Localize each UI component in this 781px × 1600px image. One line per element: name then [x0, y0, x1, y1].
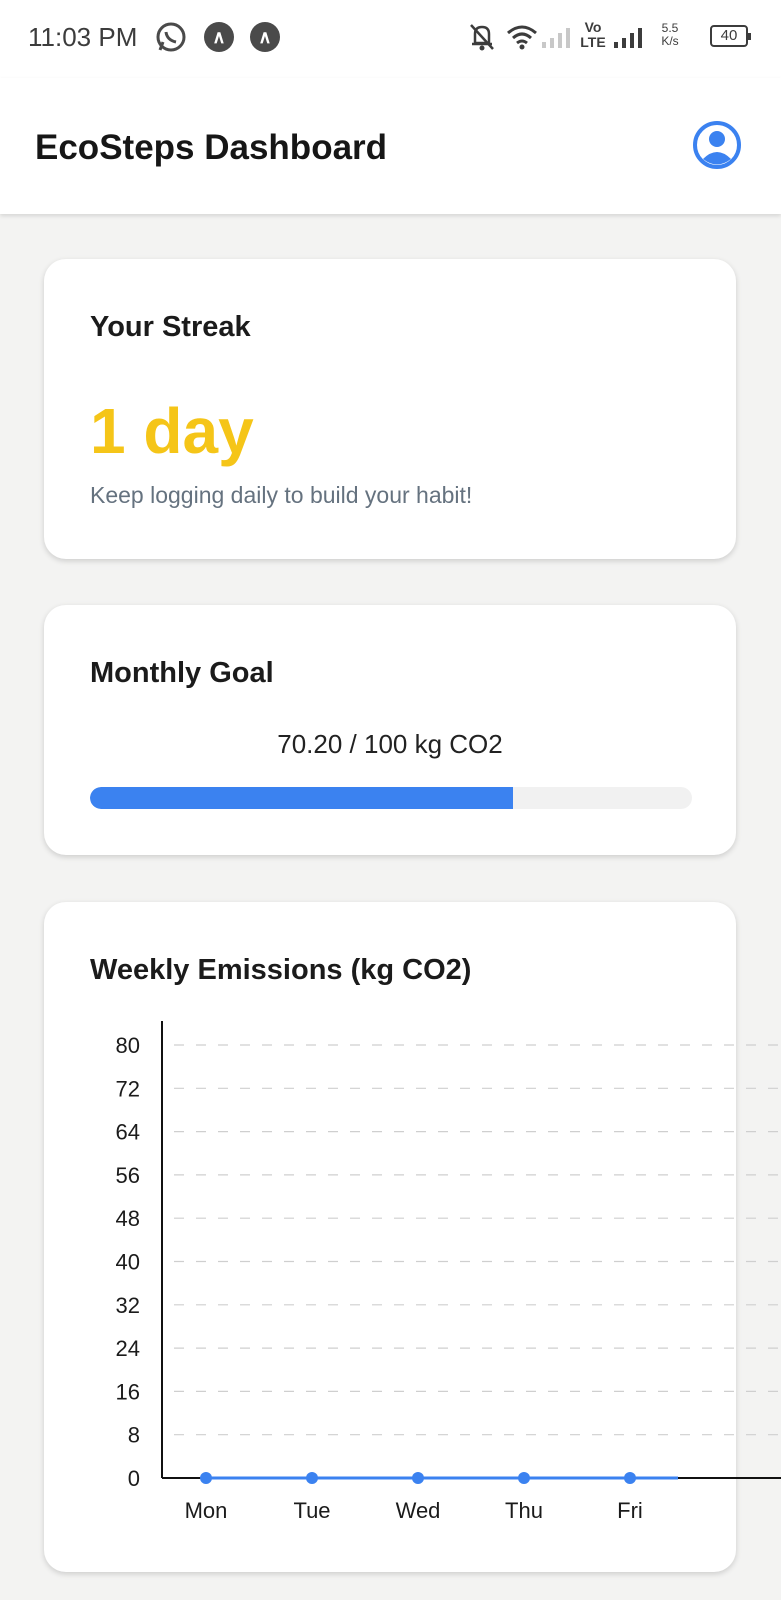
data-point [624, 1472, 636, 1484]
user-circle-icon[interactable] [692, 120, 742, 170]
y-tick-label: 48 [116, 1206, 140, 1231]
network-type-label: Vo LTE [580, 19, 606, 50]
app-header: EcoSteps Dashboard [0, 78, 781, 214]
signal-icon [612, 26, 646, 53]
x-tick-label: Thu [505, 1498, 543, 1523]
weekly-emissions-chart: 0 8 16 24 32 40 48 56 64 72 80 Mon Tue Wed Thu Fri [116, 1021, 781, 1523]
app-notification-icon: ∧ [204, 22, 234, 52]
app-notification-icon: ∧ [250, 22, 280, 52]
y-tick-label: 72 [116, 1076, 140, 1101]
y-tick-label: 32 [116, 1293, 140, 1318]
goal-progress-text: 70.20 / 100 kg CO2 [277, 729, 503, 759]
goal-title: Monthly Goal [90, 657, 274, 689]
y-tick-label: 80 [116, 1033, 140, 1058]
battery-icon: 40 [710, 25, 751, 47]
whatsapp-icon [154, 20, 188, 59]
streak-card: Your Streak 1 day Keep logging daily to … [44, 259, 736, 559]
streak-message: Keep logging daily to build your habit! [90, 482, 473, 508]
weekly-emissions-card: Weekly Emissions (kg CO2) 0 8 16 24 32 40 48 56… [44, 902, 781, 1572]
y-tick-label: 40 [116, 1250, 140, 1275]
y-tick-label: 16 [116, 1379, 140, 1404]
y-tick-label: 24 [116, 1336, 140, 1361]
monthly-goal-card: Monthly Goal 70.20 / 100 kg CO2 [44, 605, 736, 855]
signal-icon [540, 26, 574, 53]
network-speed-value: 5.5 [661, 21, 679, 35]
network-speed-unit: K/s [661, 34, 679, 48]
x-tick-label: Tue [293, 1498, 330, 1523]
x-tick-label: Wed [396, 1498, 441, 1523]
goal-progress-bar [90, 787, 692, 809]
y-tick-label: 64 [116, 1120, 140, 1145]
y-tick-label: 56 [116, 1163, 140, 1188]
page-title: EcoSteps Dashboard [35, 128, 388, 167]
y-tick-label: 8 [128, 1423, 140, 1448]
wifi-icon [506, 24, 538, 55]
network-speed: 5.5 K/s [656, 22, 684, 48]
y-tick-label: 0 [128, 1466, 140, 1491]
x-tick-label: Fri [617, 1498, 643, 1523]
bell-off-icon [468, 22, 496, 57]
data-point [412, 1472, 424, 1484]
status-time: 11:03 PM [28, 22, 138, 52]
status-bar: 11:03 PM ∧ ∧ Vo LTE 5.5 K/s 40 [0, 0, 781, 78]
x-tick-label: Mon [185, 1498, 228, 1523]
streak-value: 1 day [90, 395, 254, 467]
streak-title: Your Streak [90, 311, 251, 343]
data-point [200, 1472, 212, 1484]
data-point [518, 1472, 530, 1484]
data-point [306, 1472, 318, 1484]
goal-progress-fill [90, 787, 513, 809]
